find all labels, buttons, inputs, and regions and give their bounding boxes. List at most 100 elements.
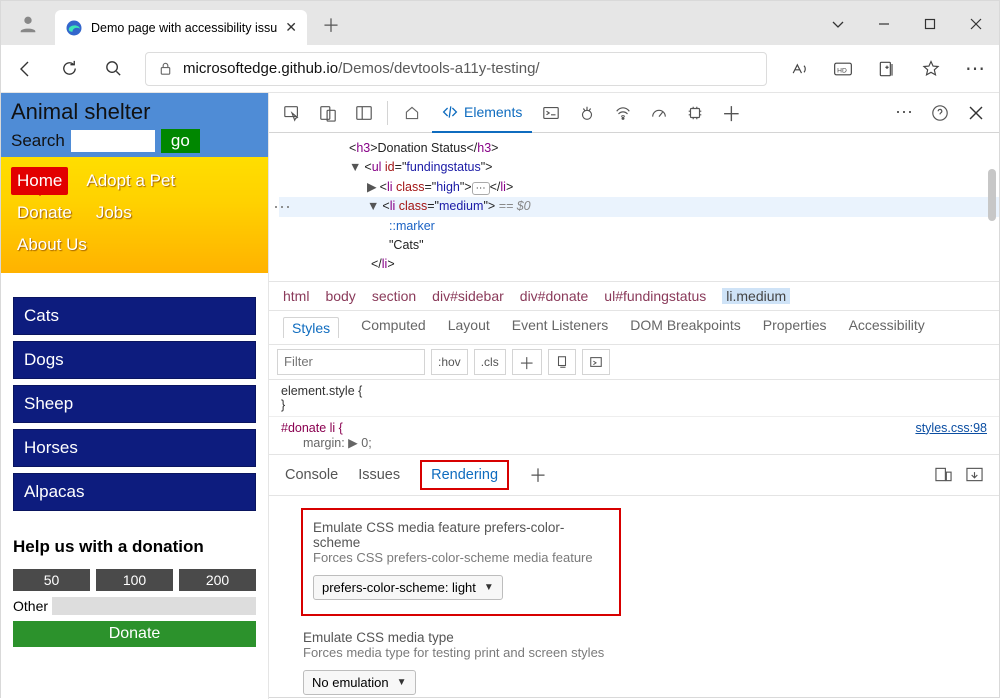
nav-about[interactable]: About Us xyxy=(11,231,93,259)
tab-rendering[interactable]: Rendering xyxy=(420,460,509,490)
device-toggle-icon[interactable] xyxy=(311,96,345,130)
donate-button[interactable]: Donate xyxy=(13,621,256,647)
crumb[interactable]: body xyxy=(325,288,355,304)
tab-elements[interactable]: Elements xyxy=(432,93,532,133)
network-icon[interactable] xyxy=(606,96,640,130)
category-item[interactable]: Dogs xyxy=(13,341,256,379)
new-tab-button[interactable]: ＋ xyxy=(317,11,345,39)
tab-properties[interactable]: Properties xyxy=(763,317,827,338)
devtools: Elements ＋ ⋯ <h3>Donation Status</h3> ▼<… xyxy=(269,93,999,699)
crumb[interactable]: section xyxy=(372,288,416,304)
scrollbar-thumb[interactable] xyxy=(988,169,996,221)
color-scheme-select[interactable]: prefers-color-scheme: light▼ xyxy=(313,575,503,600)
refresh-button[interactable] xyxy=(57,57,81,81)
collections-icon[interactable] xyxy=(875,57,899,81)
tab-styles[interactable]: Styles xyxy=(283,317,339,338)
rendering-panel: Emulate CSS media feature prefers-color-… xyxy=(269,496,999,699)
search-icon[interactable] xyxy=(101,57,125,81)
more-tabs-button[interactable]: ＋ xyxy=(714,96,748,130)
nav-home[interactable]: Home xyxy=(11,167,68,195)
category-item[interactable]: Alpacas xyxy=(13,473,256,511)
url-path: /Demos/devtools-a11y-testing/ xyxy=(338,60,539,77)
dock-side-icon[interactable] xyxy=(935,467,952,482)
lock-icon xyxy=(158,61,173,76)
main-nav: Home Adopt a Pet Donate Jobs About Us xyxy=(1,157,268,273)
page-header: Animal shelter Search go xyxy=(1,93,268,157)
read-aloud-icon[interactable] xyxy=(787,57,811,81)
category-item[interactable]: Cats xyxy=(13,297,256,335)
tab-welcome[interactable] xyxy=(394,93,430,133)
tab-event-listeners[interactable]: Event Listeners xyxy=(512,317,609,338)
chevron-down-icon[interactable] xyxy=(815,5,861,43)
category-item[interactable]: Sheep xyxy=(13,385,256,423)
selected-dom-node: ⋯ ▼<li class="medium"> == $0 xyxy=(279,197,999,216)
styles-tabstrip: Styles Computed Layout Event Listeners D… xyxy=(269,310,999,345)
amount-option[interactable]: 200 xyxy=(179,569,256,591)
close-window-button[interactable] xyxy=(953,5,999,43)
window-controls xyxy=(815,5,999,43)
breadcrumbs[interactable]: html body section div#sidebar div#donate… xyxy=(269,281,999,310)
back-button[interactable] xyxy=(13,57,37,81)
minimize-button[interactable] xyxy=(861,5,907,43)
source-link[interactable]: styles.css:98 xyxy=(915,421,987,435)
maximize-button[interactable] xyxy=(907,5,953,43)
console-icon[interactable] xyxy=(534,96,568,130)
new-style-rule[interactable]: ＋ xyxy=(512,349,542,375)
panel-layout-icon[interactable] xyxy=(347,96,381,130)
nav-donate[interactable]: Donate xyxy=(11,199,78,227)
sources-icon[interactable] xyxy=(570,96,604,130)
tab-title: Demo page with accessibility issu xyxy=(91,21,277,35)
css-rules[interactable]: element.style { } xyxy=(269,380,999,416)
profile-icon[interactable] xyxy=(15,11,41,37)
crumb[interactable]: div#sidebar xyxy=(432,288,504,304)
menu-icon[interactable]: ⋯ xyxy=(963,57,987,81)
crumb[interactable]: html xyxy=(283,288,309,304)
tab-issues[interactable]: Issues xyxy=(358,467,400,483)
tab-computed[interactable]: Computed xyxy=(361,317,426,338)
hov-toggle[interactable]: :hov xyxy=(431,349,468,375)
url-field[interactable]: microsoftedge.github.io/Demos/devtools-a… xyxy=(145,52,767,86)
emulate-subtitle: Forces CSS prefers-color-scheme media fe… xyxy=(313,550,609,565)
browser-tab[interactable]: Demo page with accessibility issu ✕ xyxy=(55,10,307,45)
chevron-down-icon: ▼ xyxy=(484,582,494,593)
inspect-icon[interactable] xyxy=(275,96,309,130)
styles-filter-bar: :hov .cls ＋ xyxy=(269,345,999,380)
expand-drawer-icon[interactable] xyxy=(966,467,983,482)
tab-close-icon[interactable]: ✕ xyxy=(285,19,297,36)
search-label: Search xyxy=(11,131,65,151)
category-item[interactable]: Horses xyxy=(13,429,256,467)
memory-icon[interactable] xyxy=(678,96,712,130)
hd-icon[interactable]: HD xyxy=(831,57,855,81)
favorite-icon[interactable] xyxy=(919,57,943,81)
copy-styles-icon[interactable] xyxy=(548,349,576,375)
edge-icon xyxy=(65,19,83,37)
crumb[interactable]: div#donate xyxy=(520,288,589,304)
close-devtools-icon[interactable] xyxy=(959,96,993,130)
crumb-selected[interactable]: li.medium xyxy=(722,288,790,304)
tab-dom-breakpoints[interactable]: DOM Breakpoints xyxy=(630,317,740,338)
crumb[interactable]: ul#fundingstatus xyxy=(604,288,706,304)
media-type-select[interactable]: No emulation▼ xyxy=(303,670,416,695)
go-button[interactable]: go xyxy=(161,129,200,153)
nav-jobs[interactable]: Jobs xyxy=(90,199,138,227)
more-drawer-tabs[interactable]: ＋ xyxy=(529,462,547,488)
more-icon[interactable]: ⋯ xyxy=(887,96,921,130)
tab-accessibility[interactable]: Accessibility xyxy=(849,317,925,338)
emulate-label: Emulate CSS media feature prefers-color-… xyxy=(313,520,609,550)
search-input[interactable] xyxy=(71,130,155,152)
tab-layout[interactable]: Layout xyxy=(448,317,490,338)
amount-option[interactable]: 50 xyxy=(13,569,90,591)
css-rules[interactable]: styles.css:98 #donate li { margin: ▶ 0; xyxy=(269,416,999,454)
chevron-down-icon: ▼ xyxy=(397,677,407,688)
other-amount-input[interactable] xyxy=(52,597,256,615)
cls-toggle[interactable]: .cls xyxy=(474,349,506,375)
tab-console[interactable]: Console xyxy=(285,467,338,483)
performance-icon[interactable] xyxy=(642,96,676,130)
url-domain: microsoftedge.github.io xyxy=(183,60,338,77)
amount-option[interactable]: 100 xyxy=(96,569,173,591)
dom-tree[interactable]: <h3>Donation Status</h3> ▼<ul id="fundin… xyxy=(269,133,999,281)
help-icon[interactable] xyxy=(923,96,957,130)
nav-adopt[interactable]: Adopt a Pet xyxy=(80,167,181,195)
styles-filter-input[interactable] xyxy=(277,349,425,375)
computed-view-icon[interactable] xyxy=(582,349,610,375)
